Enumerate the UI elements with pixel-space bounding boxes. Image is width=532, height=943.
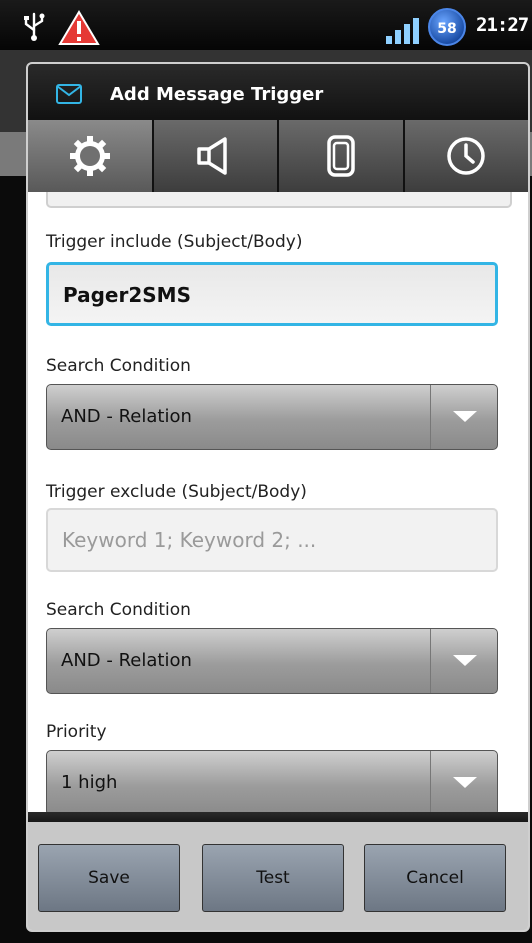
form-content[interactable]: Trigger include (Subject/Body) Pager2SMS… (28, 192, 528, 822)
clock-time: 21:27 (476, 14, 529, 36)
search-condition-2-value: AND - Relation (61, 650, 192, 671)
speaker-icon (197, 137, 227, 175)
priority-value: 1 high (61, 772, 118, 793)
trigger-include-input[interactable]: Pager2SMS (46, 262, 498, 326)
status-bar: 58 21:27 (0, 0, 532, 50)
trigger-exclude-label: Trigger exclude (Subject/Body) (46, 482, 307, 502)
test-button[interactable]: Test (202, 844, 344, 912)
warning-icon (58, 10, 100, 45)
previous-field (46, 192, 512, 208)
tab-schedule[interactable] (404, 120, 528, 192)
search-condition-1-select[interactable]: AND - Relation (46, 384, 498, 450)
search-condition-2-select[interactable]: AND - Relation (46, 628, 498, 694)
cancel-button[interactable]: Cancel (364, 844, 506, 912)
gear-icon (69, 136, 110, 176)
priority-label: Priority (46, 722, 107, 742)
tab-general[interactable] (28, 120, 154, 192)
tab-sound[interactable] (153, 120, 279, 192)
priority-select[interactable]: 1 high (46, 750, 498, 816)
search-condition-2-label: Search Condition (46, 600, 191, 620)
chevron-down-icon (453, 777, 477, 788)
dialog-title: Add Message Trigger (110, 84, 324, 105)
usb-icon (24, 12, 45, 41)
tab-device[interactable] (279, 120, 405, 192)
trigger-include-label: Trigger include (Subject/Body) (46, 232, 303, 252)
search-condition-1-label: Search Condition (46, 356, 191, 376)
save-button[interactable]: Save (38, 844, 180, 912)
mail-icon (56, 84, 82, 104)
trigger-exclude-input[interactable]: Keyword 1; Keyword 2; ... (46, 508, 498, 572)
chevron-down-icon (453, 655, 477, 666)
phone-icon (327, 135, 355, 177)
clock-icon (447, 137, 485, 175)
signal-icon (386, 18, 419, 44)
search-condition-1-value: AND - Relation (61, 406, 192, 427)
button-bar: Save Test Cancel (28, 822, 528, 930)
tab-bar (28, 120, 528, 192)
battery-icon: 58 (428, 8, 466, 46)
chevron-down-icon (453, 411, 477, 422)
add-message-trigger-dialog: Add Message Trigger Trigger include (Sub… (26, 62, 530, 932)
